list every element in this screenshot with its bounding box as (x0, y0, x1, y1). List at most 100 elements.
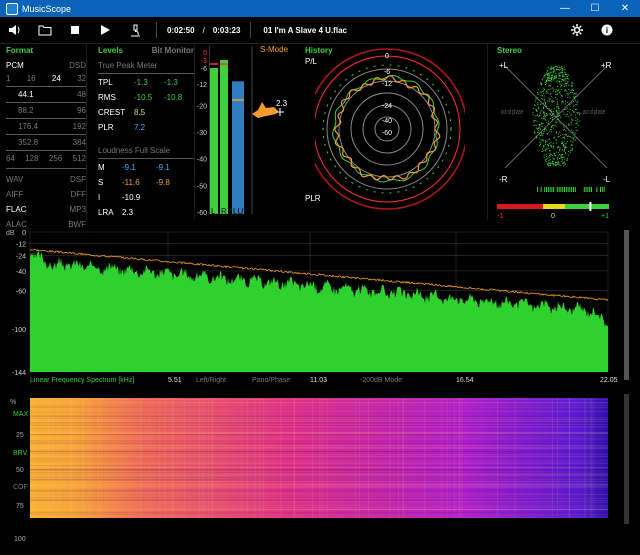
plr-label: PLR (98, 123, 114, 132)
meter-tick-7: -50 (197, 183, 207, 190)
rate-352: 352.8 (18, 138, 39, 147)
loudness-histogram (252, 102, 278, 118)
codec-dsf: DSF (70, 175, 86, 184)
stop-icon[interactable] (60, 18, 90, 42)
corr-minus-1: -1 (497, 213, 503, 220)
corr-plus-1: +1 (601, 213, 609, 220)
info-icon[interactable]: i (592, 18, 622, 42)
levels-panel: Levels Bit Monitor True Peak Meter TPL -… (98, 44, 195, 220)
x-5.51: 5.51 (168, 377, 182, 384)
rate-384: 384 (72, 138, 86, 147)
dsd-512: 512 (72, 154, 86, 163)
loudness-full-scale-label: Loudness Full Scale (98, 146, 171, 155)
lra-label: LRA (98, 208, 114, 217)
spectrum-mode-label[interactable]: Linear Frequency Spectrum [kHz] (30, 377, 134, 384)
app-icon (6, 2, 18, 15)
left-level-bar (210, 68, 218, 214)
microscope-icon[interactable] (120, 18, 150, 42)
pct-25: 25 (16, 432, 24, 439)
codec-mp3: MP3 (69, 205, 86, 214)
spectrum-ytick-0: 0 (22, 230, 26, 237)
corr-0: 0 (551, 213, 555, 220)
ring-0: 0 (385, 53, 389, 60)
ring-12: -12 (382, 81, 392, 88)
s-mode-label[interactable]: S-Mode (260, 45, 289, 54)
pct-100: 100 (14, 536, 26, 543)
tpl-right: -1.3 (164, 78, 178, 87)
db-label: dB (6, 230, 15, 237)
pcm-label: PCM (6, 61, 24, 70)
bitdepth-16: 16 (26, 74, 36, 83)
plus-l-label: +L (499, 61, 509, 70)
spectrum-ytick-5: -100 (12, 327, 26, 334)
bitdepth-1: 1 (6, 74, 11, 83)
bitdepth-32: 32 (77, 74, 86, 83)
divider (156, 22, 157, 38)
x-22.05: 22.05 (600, 377, 618, 384)
rate-48: 48 (77, 90, 86, 99)
spectrum-ytick-3: -40 (16, 269, 26, 276)
meter-tick-1: -3 (201, 58, 207, 65)
codec-wav: WAV (6, 175, 24, 184)
minimize-button[interactable]: — (550, 0, 580, 17)
divider (250, 22, 252, 38)
ring-6: -6 (384, 69, 390, 76)
meter-tick-8: -60 (197, 210, 207, 217)
folder-icon[interactable] (30, 18, 60, 42)
crest-value: 8.5 (134, 108, 146, 117)
maximize-button[interactable]: ☐ (580, 0, 610, 17)
format-panel: Format PCM DSD 1 16 24 32 44.1 48 88.2 96 … (6, 44, 87, 229)
meter-tick-0: 0 (203, 50, 207, 57)
pano-phase-button[interactable]: Pano/Phase (252, 377, 290, 384)
m-max: -9.1 (156, 163, 170, 172)
cof-label[interactable]: COF (13, 484, 28, 491)
max-label[interactable]: MAX (13, 411, 29, 418)
rate-44: 44.1 (18, 90, 34, 99)
dsd-128: 128 (25, 154, 39, 163)
out-of-phase-left: out of phase (501, 109, 523, 116)
spectrum-ytick-6: -144 (12, 370, 26, 377)
meter-tick-4: -20 (197, 103, 207, 110)
minus-l-label: -L (603, 175, 611, 184)
brv-label[interactable]: BRV (13, 450, 28, 457)
settings-icon[interactable] (562, 18, 592, 42)
correlation-marker (589, 202, 592, 211)
elapsed-time: 0:02:50 (167, 25, 195, 35)
time-separator: / (202, 25, 205, 35)
s-label: S (98, 178, 104, 187)
spectrum-scrollbar[interactable] (624, 230, 629, 380)
x-11.03: 11.03 (310, 377, 327, 384)
s-value: -11.6 (122, 178, 140, 187)
bit-monitor-label[interactable]: Bit Monitor (152, 46, 194, 55)
history-radar: 0 -6 -12 -24 -40 -60 (315, 48, 465, 210)
play-icon[interactable] (90, 18, 120, 42)
ring-40: -40 (382, 118, 392, 125)
lra-peak-label: 2.3 (276, 99, 288, 108)
spectrogram-scrollbar[interactable] (624, 394, 629, 524)
close-button[interactable]: ✕ (610, 0, 640, 17)
total-time: 0:03:23 (212, 25, 241, 35)
stereo-title: Stereo (497, 46, 522, 55)
ring-24: -24 (382, 103, 392, 110)
m-value: -9.1 (122, 163, 136, 172)
lra-value: 2.3 (122, 208, 134, 217)
toolbar: 0:02:50 / 0:03:23 01 I'm A Slave 4 U.fla… (0, 17, 640, 44)
i-label: I (98, 193, 101, 202)
dsd-64: 64 (6, 154, 15, 163)
rms-left: -10.5 (134, 93, 153, 102)
200db-mode-button[interactable]: -200dB Mode (360, 377, 402, 384)
left-right-button[interactable]: Left/Right (196, 377, 226, 384)
codec-flac: FLAC (6, 205, 27, 214)
meter-tick-5: -30 (197, 130, 207, 137)
rate-176: 176.4 (18, 122, 39, 131)
m-label: M (98, 163, 105, 172)
meter-l-label: L (211, 207, 216, 216)
minus-r-label: -R (499, 175, 508, 184)
levels-title: Levels (98, 46, 123, 55)
track-name: 01 I'm A Slave 4 U.flac (263, 25, 347, 35)
right-level-bar (220, 60, 228, 214)
window-title: MusicScope (22, 3, 72, 14)
rms-right: -10.8 (164, 93, 183, 102)
format-title: Format (6, 46, 34, 55)
speaker-icon[interactable] (0, 18, 30, 42)
